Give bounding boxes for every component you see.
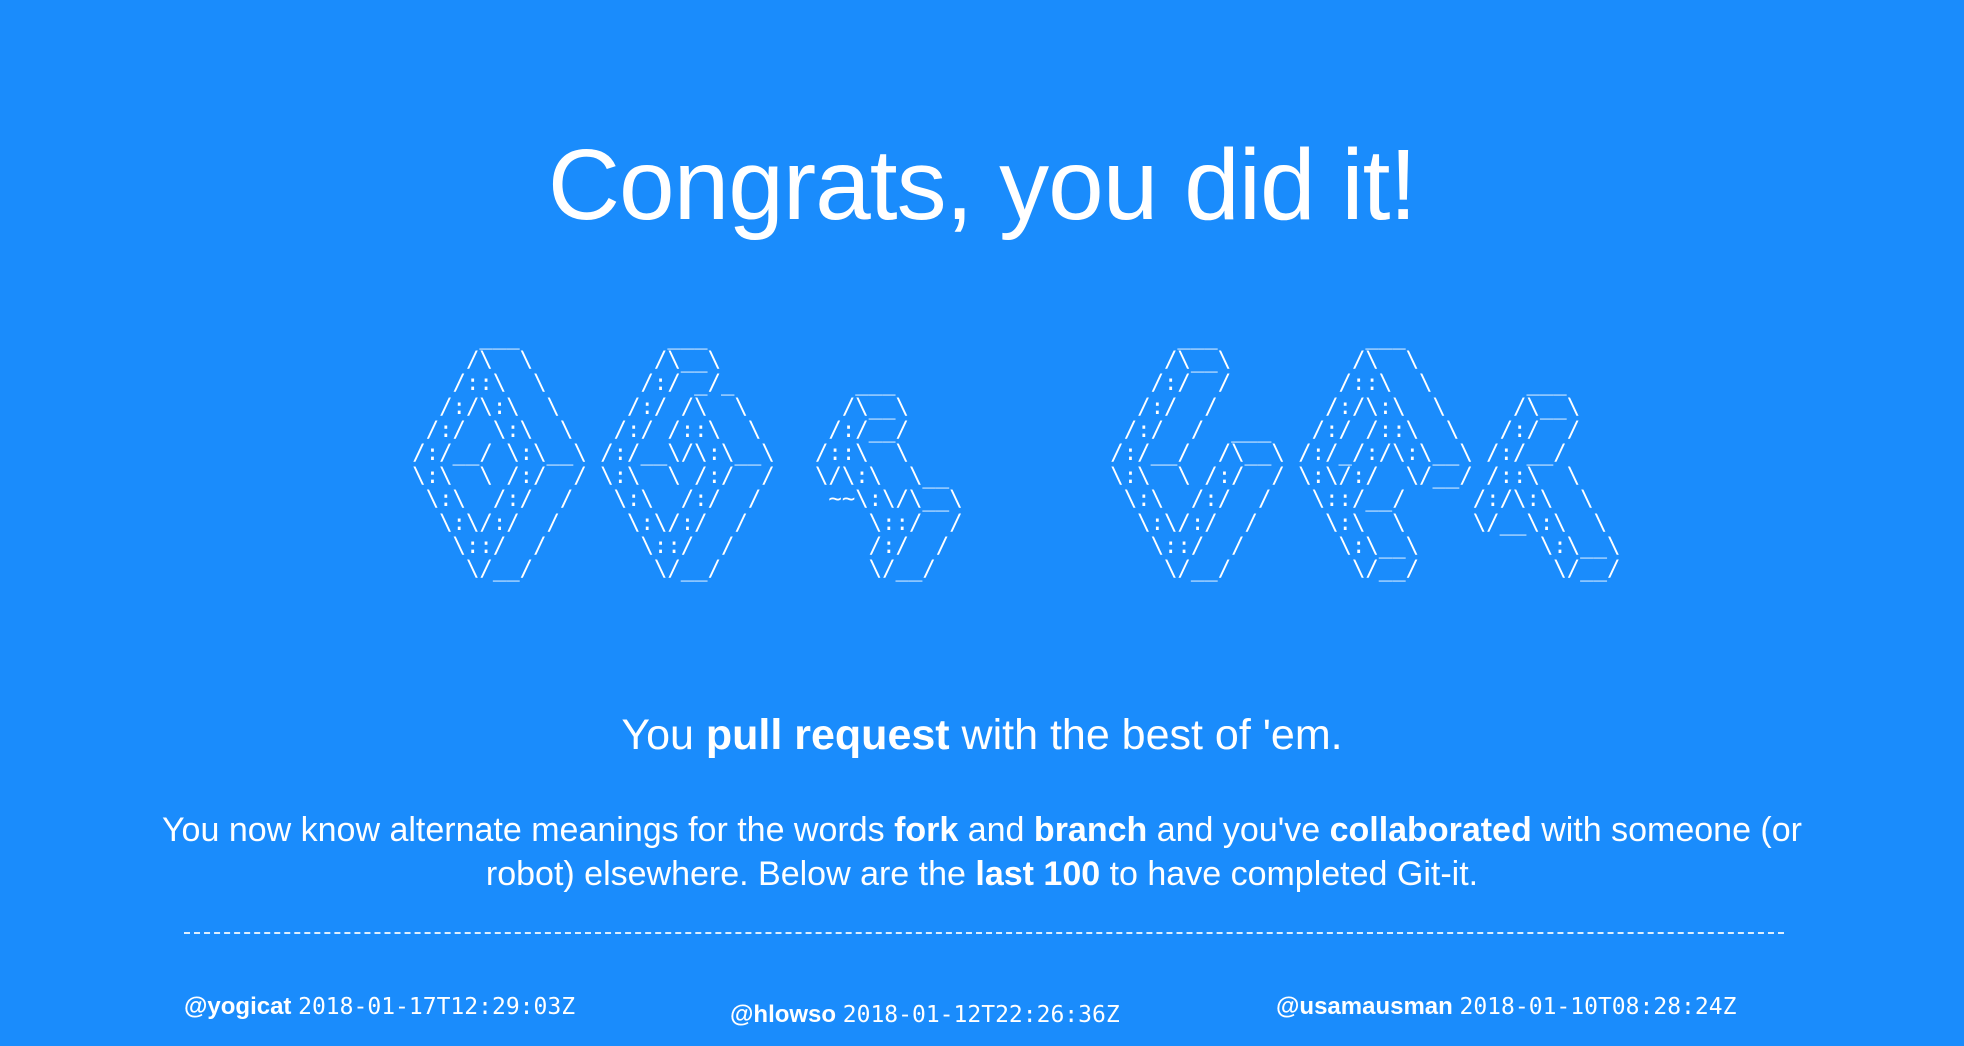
para-text-1: You now know alternate meanings for the … bbox=[162, 811, 895, 849]
page-title: Congrats, you did it! bbox=[547, 129, 1417, 241]
completion-entry: @hlowso 2018-01-12T22:26:36Z bbox=[730, 1001, 1120, 1029]
completion-timestamp: 2018-01-17T12:29:03Z bbox=[298, 994, 576, 1020]
dashed-divider bbox=[184, 932, 1784, 934]
completion-username-link[interactable]: @usamausman bbox=[1276, 993, 1453, 1020]
para-bold-last-100: last 100 bbox=[975, 855, 1101, 893]
tagline-suffix: with the best of 'em. bbox=[949, 711, 1343, 759]
ascii-art-banner: ___ ___ ___ ___ /\ \ /\__\ /\__\ /\ \ /:… bbox=[412, 324, 1621, 583]
completion-entry: @yogicat 2018-01-17T12:29:03Z bbox=[184, 993, 575, 1021]
congrats-page: Congrats, you did it! ___ ___ ___ ___ /\… bbox=[0, 0, 1964, 1046]
para-text-5: to have completed Git-it. bbox=[1100, 855, 1479, 893]
completion-entry: @usamausman 2018-01-10T08:28:24Z bbox=[1276, 993, 1736, 1021]
completion-paragraph: You now know alternate meanings for the … bbox=[160, 808, 1804, 896]
completion-username-link[interactable]: @yogicat bbox=[184, 993, 291, 1020]
tagline: You pull request with the best of 'em. bbox=[0, 711, 1964, 760]
completion-timestamp: 2018-01-10T08:28:24Z bbox=[1459, 994, 1737, 1020]
para-text-2: and bbox=[958, 811, 1034, 849]
para-bold-fork: fork bbox=[894, 811, 959, 849]
para-text-3: and you've bbox=[1147, 811, 1330, 849]
tagline-bold: pull request bbox=[705, 711, 950, 759]
tagline-prefix: You bbox=[621, 711, 706, 759]
para-bold-collaborated: collaborated bbox=[1329, 811, 1532, 849]
completion-username-link[interactable]: @hlowso bbox=[730, 1001, 836, 1028]
para-bold-branch: branch bbox=[1033, 811, 1148, 849]
completion-timestamp: 2018-01-12T22:26:36Z bbox=[842, 1002, 1120, 1028]
